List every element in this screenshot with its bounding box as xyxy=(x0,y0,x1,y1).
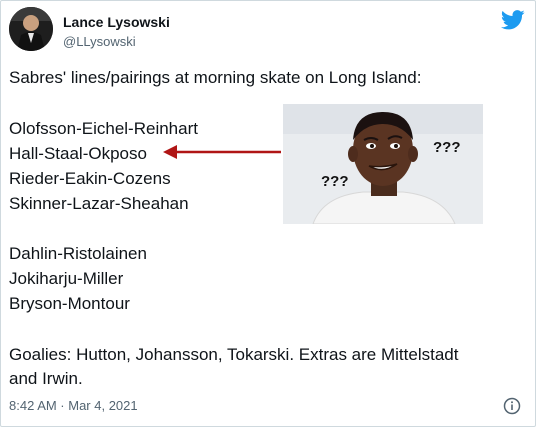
author-name[interactable]: Lance Lysowski xyxy=(63,14,170,30)
goalies-text: Goalies: Hutton, Johansson, Tokarski. Ex… xyxy=(9,345,459,364)
red-arrow-icon xyxy=(163,145,281,159)
forward-line: Skinner-Lazar-Sheahan xyxy=(9,194,189,213)
forward-line: Olofsson-Eichel-Reinhart xyxy=(9,119,198,138)
defense-pair: Dahlin-Ristolainen xyxy=(9,244,147,263)
defense-pair: Jokiharju-Miller xyxy=(9,269,124,288)
author-handle[interactable]: @LLysowski xyxy=(63,34,136,49)
tweet-card: Lance Lysowski @LLysowski Sabres' lines/… xyxy=(0,0,536,427)
info-icon[interactable] xyxy=(503,397,521,415)
question-marks-right: ??? xyxy=(433,139,461,156)
defense-pair: Bryson-Montour xyxy=(9,294,130,313)
tweet-timestamp[interactable]: 8:42 AM · Mar 4, 2021 xyxy=(9,398,138,413)
forward-line: Hall-Staal-Okposo xyxy=(9,144,147,163)
confused-meme-image[interactable]: ??? ??? xyxy=(283,104,483,224)
avatar[interactable] xyxy=(9,7,53,51)
tweet-intro: Sabres' lines/pairings at morning skate … xyxy=(9,68,422,87)
twitter-bird-icon[interactable] xyxy=(501,10,525,30)
goalies-text-continued: and Irwin. xyxy=(9,369,83,388)
forward-line: Rieder-Eakin-Cozens xyxy=(9,169,171,188)
question-marks-left: ??? xyxy=(321,173,349,190)
